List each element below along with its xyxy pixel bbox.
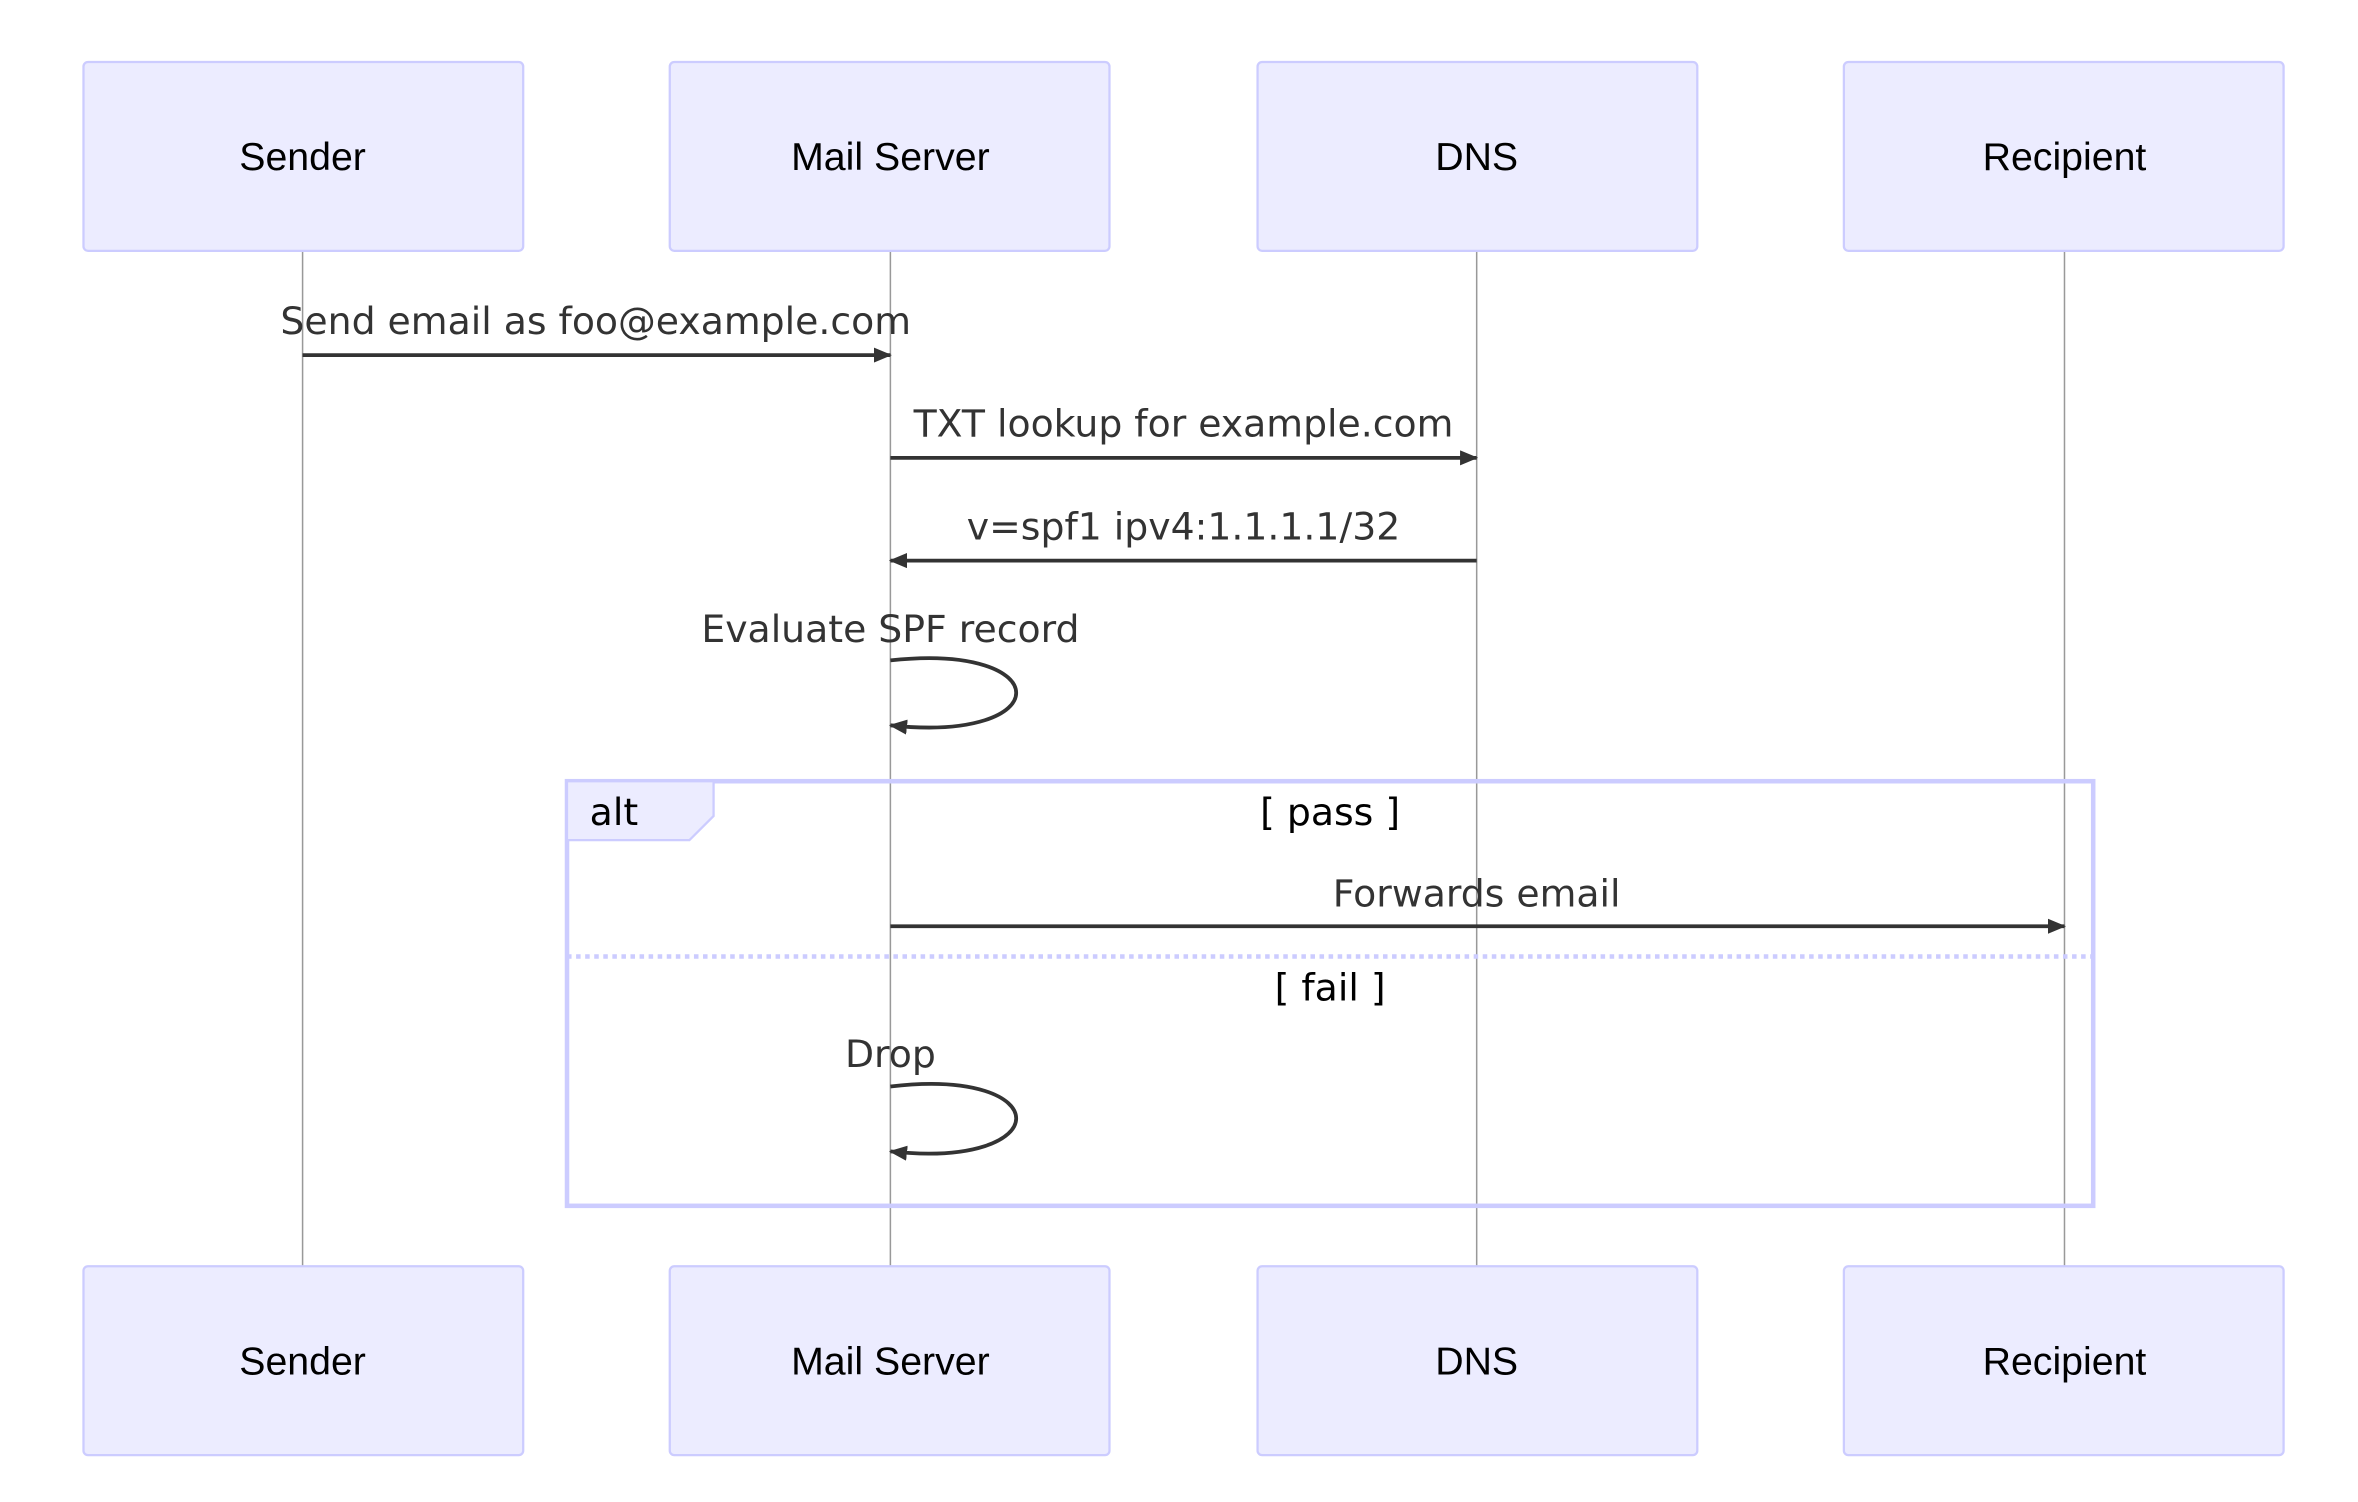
actor-label: DNS [1435, 1339, 1518, 1383]
self-loop-arrow [888, 656, 1018, 735]
message-label: Forwards email [1333, 872, 1621, 916]
actor-dns[interactable]: DNS [1256, 60, 1699, 252]
message-label: v=spf1 ipv4:1.1.1.1/32 [967, 504, 1400, 548]
message-label: Evaluate SPF record [701, 607, 1079, 651]
actor-label: Sender [239, 135, 366, 179]
alt-condition-fail: [ fail ] [1275, 965, 1386, 1009]
actor-label: Recipient [1983, 1339, 2147, 1383]
actor-recipient-bottom[interactable]: Recipient [1842, 1265, 2285, 1457]
message-label: TXT lookup for example.com [913, 402, 1454, 446]
message-spf-reply: v=spf1 ipv4:1.1.1.1/32 [888, 504, 1477, 569]
alt-frame: alt [ pass ] Forwards email [ fail ] Dro… [564, 778, 2096, 1209]
actor-label: Recipient [1983, 135, 2147, 179]
message-txt-lookup: TXT lookup for example.com [890, 402, 1479, 466]
message-label: Drop [845, 1032, 936, 1076]
message-send-email: Send email as foo@example.com [280, 299, 911, 363]
sequence-diagram: Sender Mail Server DNS Recipient Send em… [82, 60, 2285, 1457]
self-loop-arrow [888, 1082, 1018, 1161]
actor-sender[interactable]: Sender [82, 60, 525, 252]
actor-label: DNS [1435, 135, 1518, 179]
actor-label: Sender [239, 1339, 366, 1383]
actor-mail-server-bottom[interactable]: Mail Server [668, 1265, 1111, 1457]
actor-recipient[interactable]: Recipient [1842, 60, 2285, 252]
actor-mail-server[interactable]: Mail Server [668, 60, 1111, 252]
message-label: Send email as foo@example.com [280, 299, 911, 343]
actor-sender-bottom[interactable]: Sender [82, 1265, 525, 1457]
alt-condition-pass: [ pass ] [1260, 790, 1400, 834]
actors-top: Sender Mail Server DNS Recipient [82, 60, 2285, 252]
alt-keyword: alt [590, 790, 638, 834]
actor-label: Mail Server [791, 1339, 990, 1383]
actors-bottom: Sender Mail Server DNS Recipient [82, 1265, 2285, 1457]
actor-dns-bottom[interactable]: DNS [1256, 1265, 1699, 1457]
actor-label: Mail Server [791, 135, 990, 179]
